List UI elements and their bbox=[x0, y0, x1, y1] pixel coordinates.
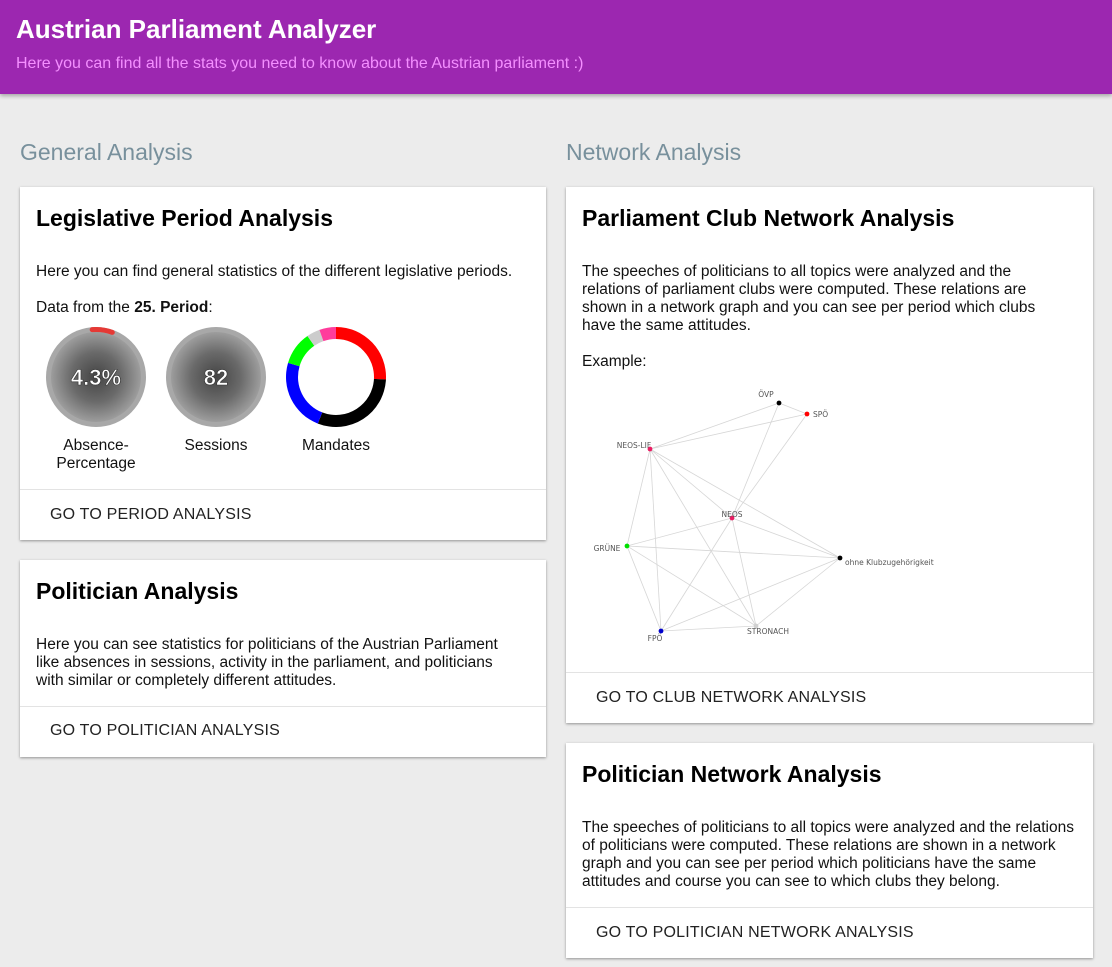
network-edge bbox=[626, 545, 662, 632]
mandates-slice-fpö bbox=[286, 362, 323, 424]
network-edge bbox=[649, 402, 780, 450]
network-node-label: SPÖ bbox=[813, 410, 828, 419]
legislative-period-card: Legislative Period Analysis Here you can… bbox=[20, 187, 546, 540]
card-title: Legislative Period Analysis bbox=[36, 205, 333, 231]
network-edge bbox=[660, 517, 733, 632]
mandates-slice-spö bbox=[336, 327, 386, 380]
mandates-slice-grüne bbox=[288, 335, 315, 367]
card-divider bbox=[20, 706, 546, 707]
app-bar: Austrian Parliament Analyzer Here you ca… bbox=[0, 0, 1112, 94]
general-analysis-heading: General Analysis bbox=[20, 139, 193, 165]
card-description: The speeches of politicians to all topic… bbox=[582, 819, 1074, 890]
card-description: Here you can find general statistics of … bbox=[36, 263, 513, 280]
network-edge bbox=[626, 545, 757, 627]
sessions-value: 82 bbox=[204, 365, 228, 390]
app-subtitle: Here you can find all the stats you need… bbox=[16, 55, 584, 72]
network-node bbox=[624, 543, 630, 549]
network-edge bbox=[731, 517, 757, 627]
go-to-politician-network-analysis-button[interactable]: GO TO POLITICIAN NETWORK ANALYSIS bbox=[596, 924, 914, 942]
card-description: The speeches of politicians to all topic… bbox=[582, 263, 1036, 334]
network-edge bbox=[649, 413, 808, 450]
network-edge bbox=[649, 448, 841, 559]
club-network-card: Parliament Club Network Analysis The spe… bbox=[566, 187, 1093, 723]
network-node-label: NEOS-LIF bbox=[617, 441, 651, 450]
network-edge bbox=[778, 402, 808, 415]
card-title: Politician Analysis bbox=[36, 578, 239, 604]
go-to-period-analysis-button[interactable]: GO TO PERIOD ANALYSIS bbox=[50, 506, 252, 524]
card-title: Parliament Club Network Analysis bbox=[582, 205, 955, 231]
card-divider bbox=[566, 672, 1093, 673]
network-node-label: ÖVP bbox=[758, 390, 774, 399]
club-network-graph: ÖVP SPÖ NEOS-LIF NEOS GRÜNE ohne Klubzugehöri… bbox=[594, 390, 934, 643]
sessions-label: Sessions bbox=[184, 437, 248, 454]
network-node bbox=[776, 400, 782, 406]
app-title: Austrian Parliament Analyzer bbox=[16, 14, 377, 44]
network-edge bbox=[649, 448, 662, 632]
network-edge bbox=[731, 402, 780, 519]
card-divider bbox=[566, 907, 1093, 908]
network-node-label: ohne Klubzugehörigkeit bbox=[845, 558, 934, 567]
network-edge bbox=[649, 448, 757, 627]
network-node bbox=[804, 411, 810, 417]
absence-value: 4.3% bbox=[71, 365, 121, 390]
card-title: Politician Network Analysis bbox=[582, 761, 882, 787]
network-edge bbox=[731, 517, 841, 559]
go-to-club-network-analysis-button[interactable]: GO TO CLUB NETWORK ANALYSIS bbox=[596, 689, 866, 707]
mandates-label: Mandates bbox=[301, 437, 371, 454]
network-edge bbox=[626, 517, 733, 547]
network-edge bbox=[626, 448, 651, 547]
network-edge bbox=[626, 545, 841, 559]
network-node-label: FPÖ bbox=[648, 634, 663, 643]
network-edge bbox=[660, 557, 841, 632]
absence-arc bbox=[89, 327, 115, 335]
card-divider bbox=[20, 489, 546, 490]
card-description: Here you can see statistics for politici… bbox=[36, 636, 498, 689]
politician-network-card: Politician Network Analysis The speeches… bbox=[566, 743, 1093, 958]
example-label: Example: bbox=[582, 353, 647, 370]
network-node-label: NEOS bbox=[721, 510, 742, 519]
network-edge bbox=[649, 448, 733, 519]
go-to-politician-analysis-button[interactable]: GO TO POLITICIAN ANALYSIS bbox=[50, 722, 280, 740]
network-node-label: GRÜNE bbox=[594, 544, 621, 553]
network-edge bbox=[660, 625, 757, 632]
network-node bbox=[837, 555, 843, 561]
period-line: Data from the 25. Period: bbox=[36, 299, 213, 316]
mandates-slice-övp bbox=[317, 378, 386, 427]
period-value: 25. Period bbox=[134, 299, 209, 316]
absence-label: Absence-Percentage bbox=[56, 437, 136, 472]
mandates-donut-chart bbox=[286, 327, 386, 427]
sessions-gauge: 82 bbox=[166, 327, 266, 427]
network-node-label: STRONACH bbox=[747, 627, 789, 636]
absence-gauge: 4.3% bbox=[46, 327, 146, 427]
network-edge bbox=[755, 557, 841, 627]
politician-analysis-card: Politician Analysis Here you can see sta… bbox=[20, 560, 546, 757]
network-analysis-heading: Network Analysis bbox=[566, 139, 742, 165]
network-node bbox=[658, 628, 664, 634]
